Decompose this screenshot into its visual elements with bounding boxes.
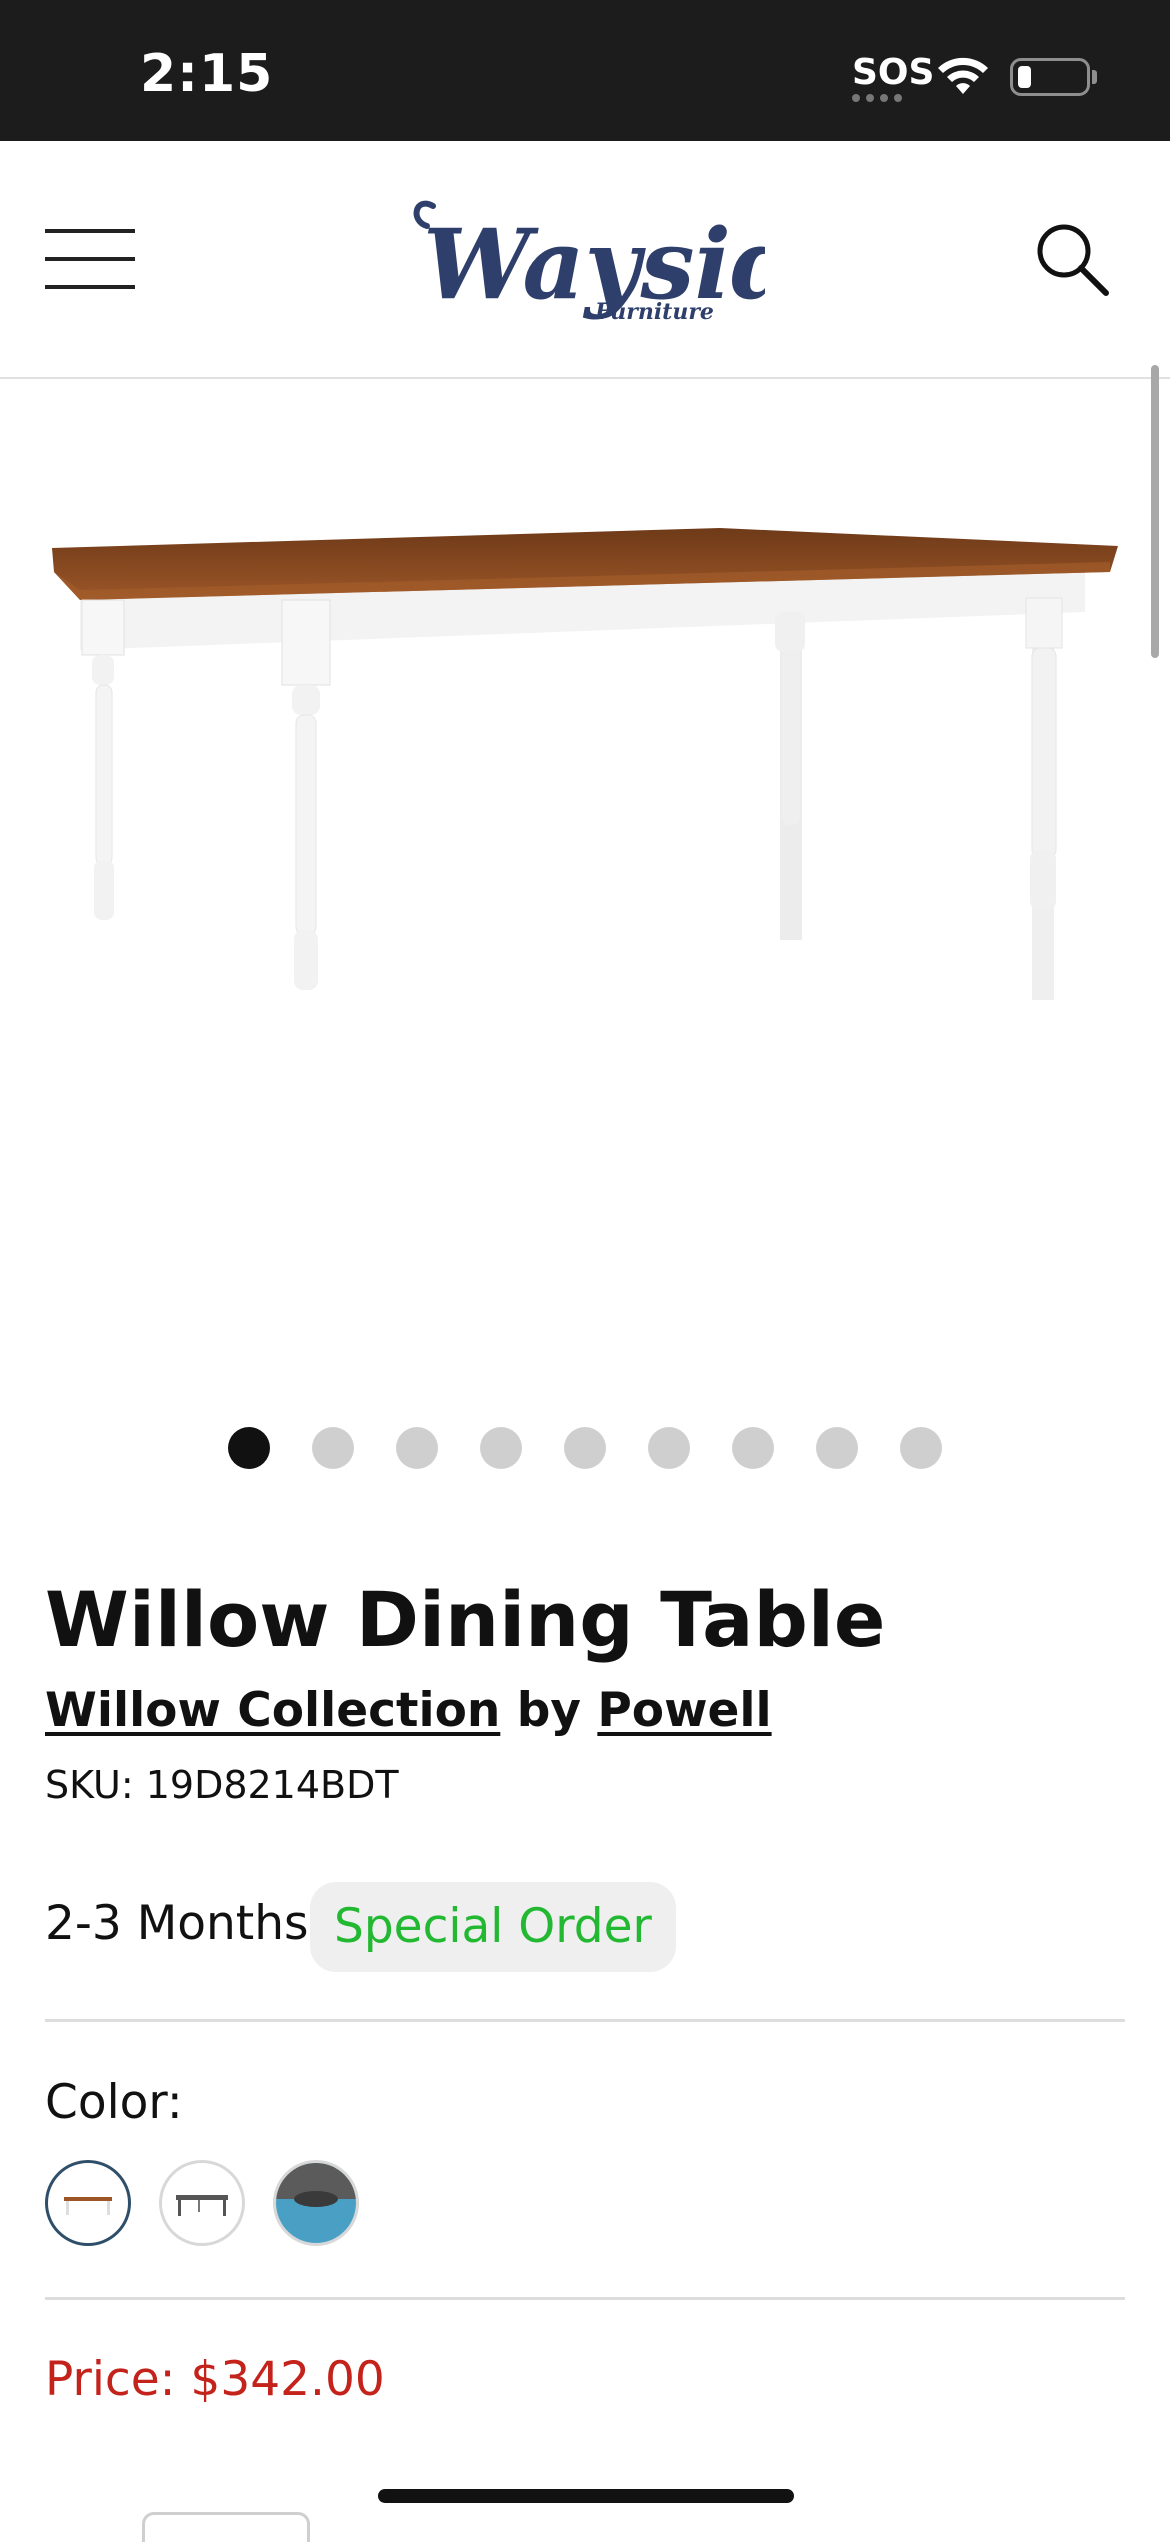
battery-icon — [1010, 58, 1090, 96]
carousel-dot[interactable] — [732, 1427, 774, 1469]
carousel-dot[interactable] — [396, 1427, 438, 1469]
status-bar: 2:15 SOS — [0, 0, 1170, 141]
by-label: by — [516, 1683, 581, 1738]
status-time: 2:15 — [140, 44, 274, 104]
product-title: Willow Dining Table — [45, 1575, 886, 1664]
menu-line-icon — [45, 285, 135, 289]
carousel-dot[interactable] — [648, 1427, 690, 1469]
logo-subtext: Furniture — [594, 299, 714, 325]
table-thumbnail-icon — [64, 2197, 112, 2215]
wifi-icon — [938, 57, 988, 94]
table-thumbnail-icon — [176, 2195, 228, 2216]
carousel-dot[interactable] — [816, 1427, 858, 1469]
carousel-dot[interactable] — [480, 1427, 522, 1469]
collection-line: Willow Collection by Powell — [45, 1683, 772, 1738]
hamburger-menu-button[interactable] — [45, 229, 135, 289]
menu-line-icon — [45, 229, 135, 233]
quantity-input[interactable] — [142, 2512, 310, 2542]
battery-level — [1018, 66, 1031, 88]
sos-indicator: SOS — [852, 52, 935, 93]
search-icon[interactable] — [1032, 219, 1112, 299]
special-order-badge: Special Order — [310, 1882, 676, 1972]
carousel-dot[interactable] — [228, 1427, 270, 1469]
sku-label: SKU: 19D8214BDT — [45, 1763, 399, 1807]
color-swatch-option[interactable] — [45, 2160, 131, 2246]
lead-time: 2-3 Months — [45, 1896, 309, 1951]
battery-cap — [1092, 70, 1097, 84]
carousel-dot[interactable] — [900, 1427, 942, 1469]
product-image[interactable] — [40, 500, 1130, 1140]
collection-link[interactable]: Willow Collection — [45, 1683, 500, 1738]
color-label: Color: — [45, 2075, 183, 2130]
scrollbar[interactable] — [1151, 365, 1159, 658]
site-header: Wayside Furniture — [0, 141, 1170, 379]
color-swatch-option[interactable] — [159, 2160, 245, 2246]
table-thumbnail-icon — [276, 2163, 356, 2243]
home-indicator — [378, 2489, 794, 2503]
cellular-dots — [852, 94, 902, 102]
color-swatch-option[interactable] — [273, 2160, 359, 2246]
divider — [45, 2297, 1125, 2300]
carousel-dot[interactable] — [312, 1427, 354, 1469]
wayside-logo[interactable]: Wayside Furniture — [405, 186, 765, 336]
table-leg — [81, 599, 125, 920]
price: Price: $342.00 — [45, 2352, 385, 2407]
image-carousel-dots — [0, 1427, 1170, 1471]
menu-line-icon — [45, 257, 135, 261]
table-leg — [1025, 597, 1063, 910]
carousel-dot[interactable] — [564, 1427, 606, 1469]
table-leg — [281, 599, 331, 990]
divider — [45, 2019, 1125, 2022]
brand-link[interactable]: Powell — [597, 1683, 771, 1738]
